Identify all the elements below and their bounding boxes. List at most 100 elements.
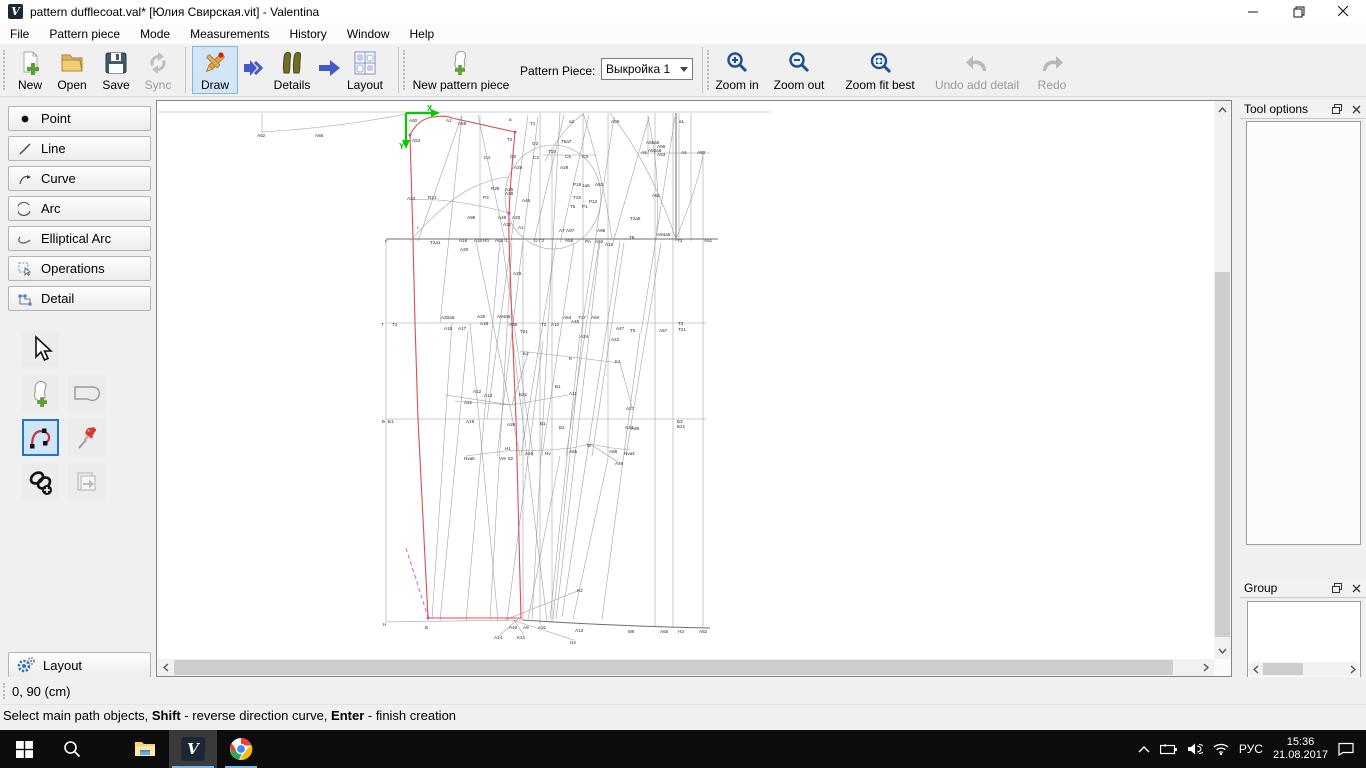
- svg-text:Б2: Б2: [559, 425, 565, 430]
- svg-text:A14: A14: [494, 635, 503, 640]
- menu-pattern-piece[interactable]: Pattern piece: [39, 24, 130, 44]
- taskbar-chrome[interactable]: [217, 730, 265, 768]
- clock[interactable]: 15:36 21.08.2017: [1273, 736, 1328, 762]
- group-scrollbar[interactable]: [1249, 662, 1359, 676]
- volume-icon[interactable]: [1187, 743, 1203, 755]
- save-button[interactable]: Save: [97, 46, 135, 94]
- taskbar-search-button[interactable]: [48, 730, 96, 768]
- group-float-panel-icon[interactable]: [1330, 581, 1344, 595]
- minimize-button[interactable]: [1231, 0, 1276, 23]
- layout-mode-button[interactable]: Layout: [8, 652, 151, 678]
- category-elliptical-arc[interactable]: Elliptical Arc: [8, 226, 151, 251]
- category-detail[interactable]: Detail: [8, 286, 151, 311]
- drawing-canvas[interactable]: A62 A65 X Y A60 A53 A2 A59 a T1 T2 O2 C4 C8 C2 A29 T5a7 T…: [156, 100, 1232, 677]
- scroll-up-icon[interactable]: [1214, 101, 1231, 118]
- group-scroll-left-icon[interactable]: [1249, 662, 1262, 676]
- curve-icon: [18, 172, 32, 186]
- svg-text:A51: A51: [652, 193, 661, 198]
- zoom-in-icon: [725, 50, 749, 74]
- svg-text:A40: A40: [509, 625, 518, 630]
- category-arc[interactable]: Arc: [8, 196, 151, 221]
- action-center-icon[interactable]: [1338, 742, 1354, 756]
- wifi-icon[interactable]: [1213, 743, 1229, 755]
- close-button[interactable]: [1321, 0, 1366, 23]
- group-list-box[interactable]: [1247, 601, 1361, 678]
- svg-text:A20a5: A20a5: [441, 315, 455, 320]
- pattern-canvas-svg[interactable]: A62 A65XYA60A53A2A59aT1T2O2C4 C8 C2A29T5a7T…: [157, 101, 1214, 659]
- open-button[interactable]: Open: [53, 46, 91, 94]
- category-line[interactable]: Line: [8, 136, 151, 161]
- menu-bar: File Pattern piece Mode Measurements His…: [0, 23, 1366, 44]
- taskbar-file-explorer[interactable]: [121, 730, 169, 768]
- svg-text:T6: T6: [630, 328, 636, 333]
- tool-options-panel-header[interactable]: Tool options: [1240, 100, 1366, 119]
- mode-draw-button[interactable]: Draw: [192, 46, 238, 94]
- menu-window[interactable]: Window: [337, 24, 400, 44]
- tray-chevron-icon[interactable]: [1138, 745, 1150, 753]
- svg-text:Hv: Hv: [545, 451, 551, 456]
- svg-text:Б1: Б1: [388, 419, 394, 424]
- svg-text:A62: A62: [257, 133, 266, 138]
- group-panel-header[interactable]: Group: [1240, 579, 1366, 598]
- mode-layout-button[interactable]: Layout: [342, 46, 388, 94]
- canvas-vertical-scrollbar[interactable]: [1214, 101, 1231, 659]
- canvas-horizontal-scrollbar[interactable]: [157, 659, 1214, 676]
- union-tool[interactable]: [22, 463, 59, 500]
- menu-file[interactable]: File: [0, 24, 39, 44]
- toolbar-grip[interactable]: [3, 50, 6, 90]
- svg-text:P18: P18: [573, 182, 582, 187]
- select-arrow-tool[interactable]: [22, 330, 59, 367]
- menu-mode[interactable]: Mode: [130, 24, 180, 44]
- taskbar-valentina[interactable]: V: [169, 730, 217, 768]
- svg-text:1: 1: [505, 238, 508, 243]
- battery-icon[interactable]: [1159, 743, 1178, 755]
- menu-help[interactable]: Help: [400, 24, 445, 44]
- elliptical-arc-icon: [18, 232, 32, 246]
- svg-text:A68: A68: [609, 449, 618, 454]
- svg-text:A58: A58: [565, 238, 574, 243]
- toolbar-grip3[interactable]: [707, 50, 710, 90]
- svg-text:T1: T1: [392, 322, 398, 327]
- pin-tool[interactable]: [68, 419, 105, 456]
- statusbar-grip: [3, 683, 7, 699]
- new-button[interactable]: New: [11, 46, 49, 94]
- hscroll-thumb[interactable]: [174, 660, 1173, 675]
- zoom-in-button[interactable]: Zoom in: [712, 46, 762, 94]
- zoom-fit-best-button[interactable]: Zoom fit best: [838, 46, 922, 94]
- svg-text:A31: A31: [538, 625, 547, 630]
- svg-text:A10: A10: [551, 322, 560, 327]
- svg-text:A16: A16: [459, 238, 468, 243]
- svg-text:A12: A12: [473, 389, 482, 394]
- svg-text:A55: A55: [660, 629, 669, 634]
- svg-text:A10: A10: [474, 238, 483, 243]
- cursor-arrow-icon: [34, 334, 53, 361]
- svg-text:Б21: Б21: [677, 424, 686, 429]
- group-title: Group: [1244, 581, 1278, 595]
- mode-details-button[interactable]: Details: [268, 46, 316, 94]
- pattern-piece-select[interactable]: Выкройка 1: [601, 58, 693, 80]
- piece-path-tool[interactable]: [22, 419, 59, 456]
- language-indicator[interactable]: РУС: [1239, 742, 1263, 756]
- restore-button[interactable]: [1276, 0, 1321, 23]
- svg-text:T2a5: T2a5: [630, 216, 641, 221]
- scroll-left-icon[interactable]: [157, 659, 174, 676]
- menu-history[interactable]: History: [279, 24, 336, 44]
- group-close-panel-icon[interactable]: [1349, 581, 1363, 595]
- start-button[interactable]: [0, 730, 48, 768]
- menu-measurements[interactable]: Measurements: [180, 24, 279, 44]
- category-curve[interactable]: Curve: [8, 166, 151, 191]
- group-scroll-right-icon[interactable]: [1346, 662, 1359, 676]
- category-point[interactable]: Point: [8, 106, 151, 131]
- category-operations[interactable]: Operations: [8, 256, 151, 281]
- valentina-taskbar-icon: V: [181, 737, 205, 761]
- scroll-down-icon[interactable]: [1214, 642, 1231, 659]
- close-panel-icon[interactable]: [1349, 102, 1363, 116]
- new-detail-tool[interactable]: [22, 375, 59, 412]
- vscroll-thumb[interactable]: [1215, 272, 1230, 637]
- scroll-right-icon[interactable]: [1197, 659, 1214, 676]
- new-pattern-piece-button[interactable]: New pattern piece: [408, 46, 514, 94]
- toolbar-grip2[interactable]: [403, 50, 406, 90]
- svg-text:Б21: Б21: [519, 392, 528, 397]
- zoom-out-button[interactable]: Zoom out: [770, 46, 828, 94]
- float-panel-icon[interactable]: [1330, 102, 1344, 116]
